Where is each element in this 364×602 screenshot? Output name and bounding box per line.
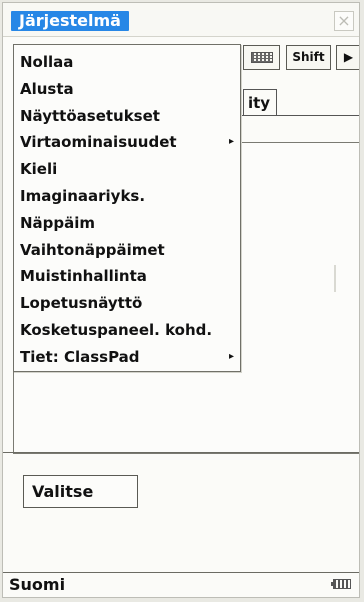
menu-item-classpad-info[interactable]: Tiet: ClassPad ▸ bbox=[14, 344, 240, 371]
battery-icon bbox=[331, 579, 351, 589]
arrow-button[interactable]: ▶ bbox=[336, 45, 359, 70]
menu-item-keys[interactable]: Näppäim bbox=[14, 210, 240, 237]
menu-item-initialize[interactable]: Alusta bbox=[14, 76, 240, 103]
background-tab-label: ity bbox=[243, 89, 277, 115]
arrow-right-icon: ▶ bbox=[343, 50, 354, 64]
menu-item-label: Näyttöasetukset bbox=[20, 106, 160, 125]
status-bar: Suomi bbox=[3, 572, 359, 597]
menu-item-label: Imaginaariyks. bbox=[20, 186, 146, 205]
select-button[interactable]: Valitse bbox=[23, 475, 138, 508]
shift-button[interactable]: Shift bbox=[286, 45, 331, 70]
menu-item-label: Kosketuspaneel. kohd. bbox=[20, 320, 213, 339]
menu-item-label: Virtaominaisuudet bbox=[20, 133, 177, 152]
scroll-indicator bbox=[334, 265, 336, 292]
menu-item-label: Näppäim bbox=[20, 213, 96, 232]
menu-item-touch-panel-alignment[interactable]: Kosketuspaneel. kohd. bbox=[14, 317, 240, 344]
menu-item-reset[interactable]: Nollaa bbox=[14, 49, 240, 76]
menu-item-power-properties[interactable]: Virtaominaisuudet ▸ bbox=[14, 129, 240, 156]
menu-item-shift-keys[interactable]: Vaihtonäppäimet bbox=[14, 237, 240, 264]
keyboard-icon bbox=[251, 52, 273, 63]
title-bar: Järjestelmä × bbox=[3, 3, 359, 37]
screen: Järjestelmä × Shift ▶ ity Valitse Suomi … bbox=[2, 2, 360, 598]
submenu-arrow-icon: ▸ bbox=[228, 136, 234, 148]
menu-item-memory-management[interactable]: Muistinhallinta bbox=[14, 263, 240, 290]
close-button[interactable]: × bbox=[334, 11, 354, 31]
menu-item-imaginary-unit[interactable]: Imaginaariyks. bbox=[14, 183, 240, 210]
menu-item-label: Muistinhallinta bbox=[20, 267, 147, 286]
tab-underline bbox=[240, 115, 359, 116]
submenu-arrow-icon: ▸ bbox=[228, 350, 234, 362]
menu-item-label: Tiet: ClassPad bbox=[20, 347, 140, 366]
menu-item-label: Alusta bbox=[20, 79, 74, 98]
close-icon: × bbox=[337, 11, 351, 30]
lower-divider bbox=[3, 452, 359, 453]
menu-item-label: Kieli bbox=[20, 160, 58, 179]
keyboard-button[interactable] bbox=[243, 45, 280, 70]
menu-item-display-settings[interactable]: Näyttöasetukset bbox=[14, 103, 240, 130]
menu-item-label: Lopetusnäyttö bbox=[20, 294, 143, 313]
menu-item-language[interactable]: Kieli bbox=[14, 156, 240, 183]
language-status: Suomi bbox=[9, 575, 66, 594]
system-menu: Nollaa Alusta Näyttöasetukset Virtaomina… bbox=[13, 44, 241, 372]
menu-item-exit-screen[interactable]: Lopetusnäyttö bbox=[14, 290, 240, 317]
window-title: Järjestelmä bbox=[11, 11, 129, 31]
menu-item-label: Vaihtonäppäimet bbox=[20, 240, 165, 259]
menu-item-label: Nollaa bbox=[20, 53, 74, 71]
